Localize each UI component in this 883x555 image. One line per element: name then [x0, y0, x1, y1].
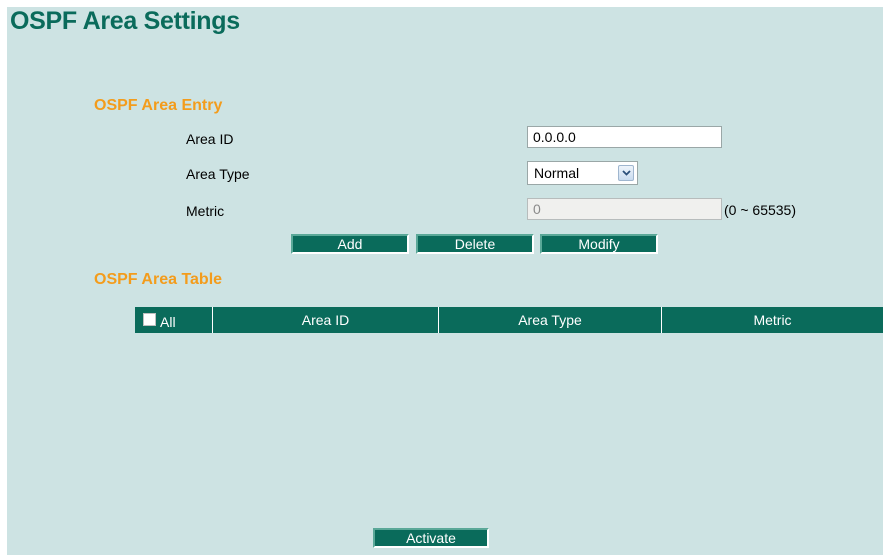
- area-type-select[interactable]: Normal: [527, 161, 638, 185]
- delete-button-label: Delete: [454, 236, 496, 252]
- add-button[interactable]: Add: [291, 234, 409, 254]
- column-header-metric: Metric: [661, 307, 883, 333]
- metric-input[interactable]: [527, 198, 722, 220]
- area-id-label: Area ID: [186, 131, 234, 147]
- column-header-area-id: Area ID: [212, 307, 438, 333]
- delete-button[interactable]: Delete: [416, 234, 534, 254]
- column-header-area-type: Area Type: [438, 307, 661, 333]
- area-table-section-title: OSPF Area Table: [94, 271, 223, 288]
- metric-label: Metric: [186, 203, 225, 219]
- metric-range-hint: (0 ~ 65535): [724, 202, 796, 218]
- area-type-label: Area Type: [186, 166, 250, 182]
- page-title: OSPF Area Settings: [10, 7, 240, 35]
- chevron-down-icon[interactable]: [618, 165, 634, 181]
- activate-button[interactable]: Activate: [373, 528, 489, 548]
- add-button-label: Add: [337, 236, 363, 252]
- modify-button-label: Modify: [578, 236, 620, 252]
- area-type-selected-value: Normal: [534, 165, 580, 181]
- select-all-cell: All: [135, 307, 212, 333]
- activate-button-label: Activate: [406, 530, 456, 546]
- area-id-input[interactable]: [527, 126, 722, 148]
- select-all-label: All: [160, 314, 176, 330]
- area-entry-section-title: OSPF Area Entry: [94, 97, 223, 114]
- select-all-checkbox[interactable]: [143, 313, 156, 326]
- modify-button[interactable]: Modify: [540, 234, 658, 254]
- area-table-header: All Area ID Area Type Metric: [135, 307, 883, 333]
